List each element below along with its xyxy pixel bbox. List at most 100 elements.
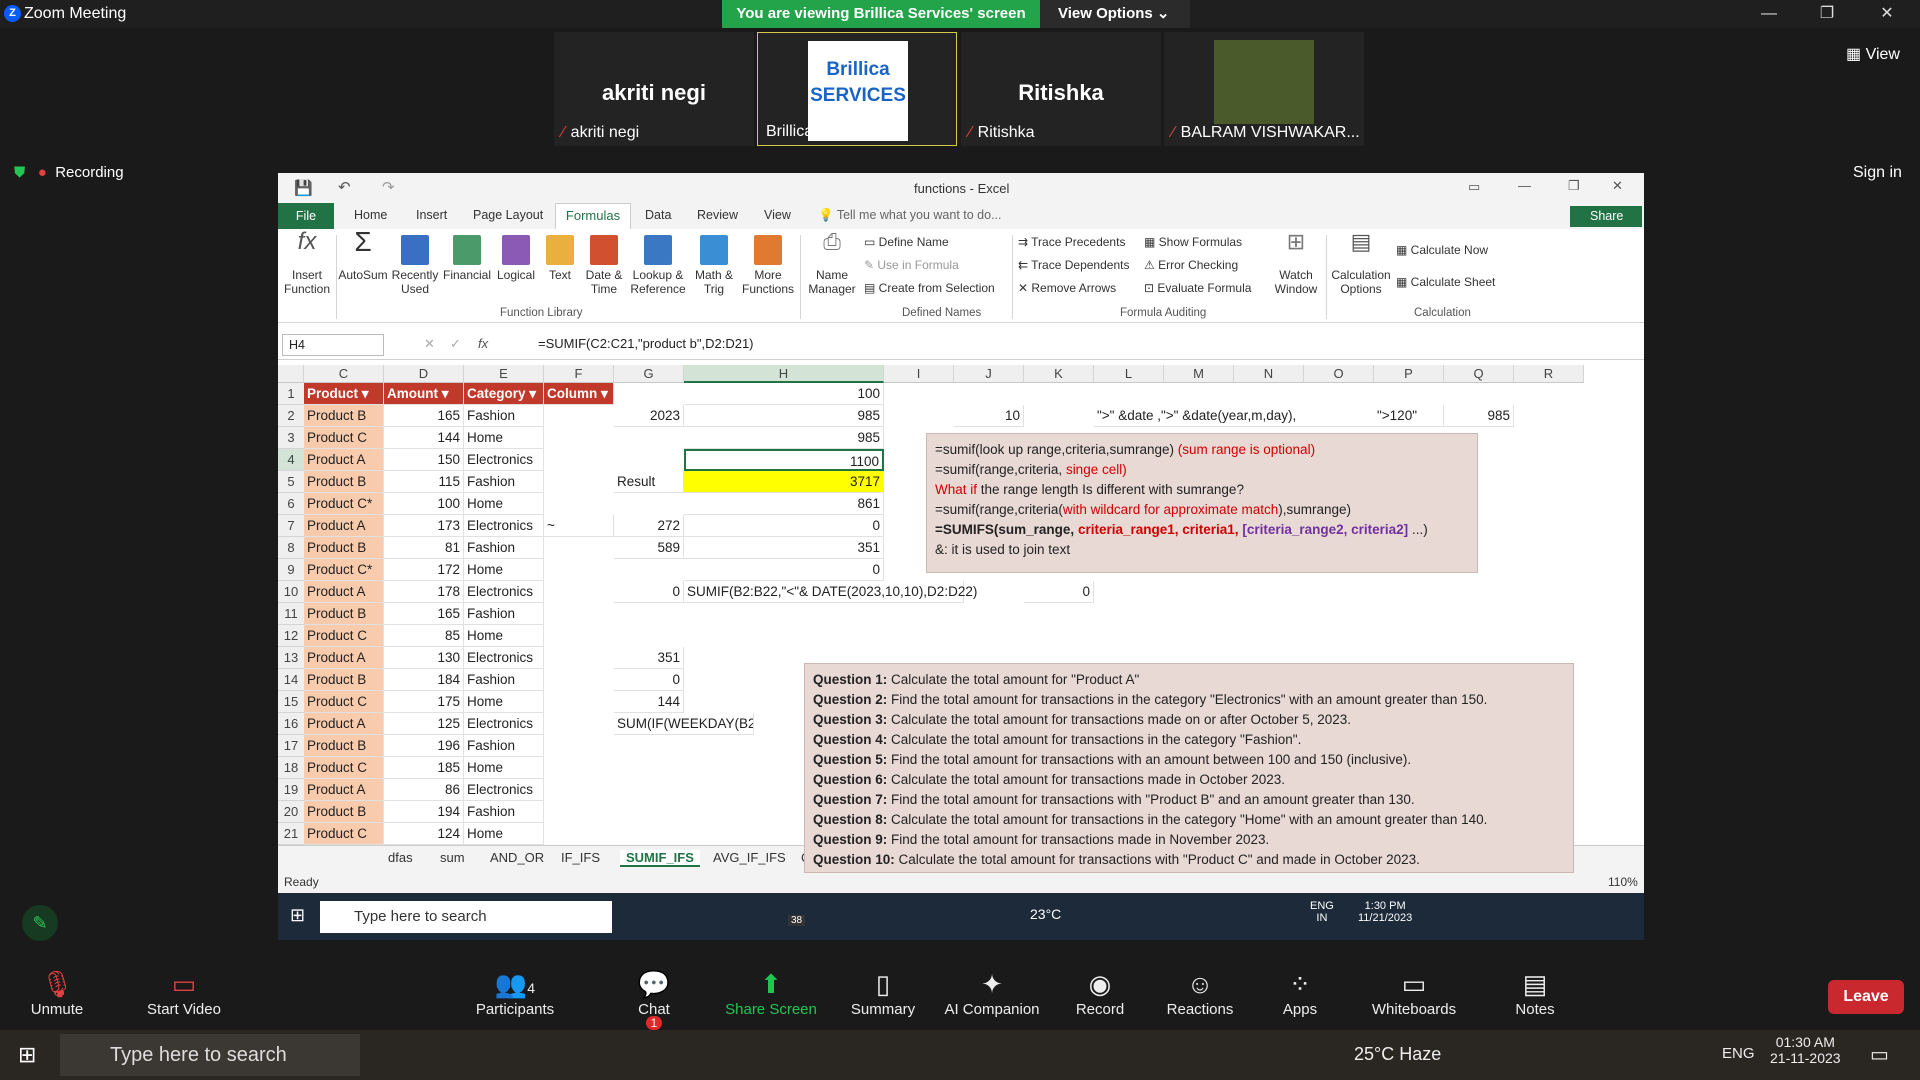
cell-c1[interactable]: Product ▾ <box>304 383 384 405</box>
cell-c2[interactable]: Product B <box>304 405 384 427</box>
tab-view[interactable]: View <box>764 208 791 222</box>
notification-icon[interactable]: ▭ <box>1870 1042 1889 1067</box>
cell-e4[interactable]: Electronics <box>464 449 544 471</box>
cell-d12[interactable]: 85 <box>384 625 464 647</box>
cell-d20[interactable]: 194 <box>384 801 464 823</box>
logical-button[interactable]: Logical <box>492 233 540 282</box>
sheet-tab[interactable]: AVG_IF_IFS <box>713 850 786 865</box>
column-header[interactable]: E <box>464 365 544 383</box>
row-header[interactable]: 12 <box>278 625 304 647</box>
column-header[interactable]: K <box>1024 365 1094 383</box>
ai-companion-button[interactable]: ✦ AI Companion <box>940 967 1044 1018</box>
autosum-button[interactable]: Σ AutoSum <box>338 228 388 283</box>
column-header[interactable]: R <box>1514 365 1584 383</box>
taskbar-search-box[interactable]: Type here to search <box>60 1034 360 1076</box>
cell-g15[interactable]: 144 <box>614 691 684 713</box>
row-header[interactable]: 5 <box>278 471 304 493</box>
cell-d4[interactable]: 150 <box>384 449 464 471</box>
calculate-sheet-button[interactable]: ▦ Calculate Sheet <box>1396 275 1495 289</box>
cell-h9[interactable]: 0 <box>684 559 884 581</box>
financial-button[interactable]: Financial <box>442 233 492 282</box>
cell-c9[interactable]: Product C* <box>304 559 384 581</box>
row-header[interactable]: 4 <box>278 449 304 471</box>
trace-dependents-button[interactable]: ⇇ Trace Dependents <box>1018 258 1129 272</box>
cell-e11[interactable]: Fashion <box>464 603 544 625</box>
column-header[interactable]: O <box>1304 365 1374 383</box>
cell-c19[interactable]: Product A <box>304 779 384 801</box>
windows-start-icon[interactable]: ⊞ <box>18 1042 36 1068</box>
column-header[interactable]: H <box>684 365 884 383</box>
cell-f1[interactable]: Column ▾ <box>544 383 614 405</box>
row-header[interactable]: 15 <box>278 691 304 713</box>
cell-g7[interactable]: 272 <box>614 515 684 537</box>
cell-d9[interactable]: 172 <box>384 559 464 581</box>
cell-e13[interactable]: Electronics <box>464 647 544 669</box>
cell-l2[interactable]: ">" &date ,">" &date(year,m,day), <box>1094 405 1374 427</box>
cell-e18[interactable]: Home <box>464 757 544 779</box>
share-button[interactable]: Share <box>1570 206 1642 227</box>
cell-c20[interactable]: Product B <box>304 801 384 823</box>
name-manager-button[interactable]: ⎙ Name Manager <box>804 231 860 297</box>
column-header[interactable]: D <box>384 365 464 383</box>
row-header[interactable]: 11 <box>278 603 304 625</box>
cell-e9[interactable]: Home <box>464 559 544 581</box>
cell-h8[interactable]: 351 <box>684 537 884 559</box>
cell-d8[interactable]: 81 <box>384 537 464 559</box>
cell-g5[interactable]: Result <box>614 471 684 493</box>
cell-e20[interactable]: Fashion <box>464 801 544 823</box>
cell-e17[interactable]: Fashion <box>464 735 544 757</box>
show-formulas-button[interactable]: ▦ Show Formulas <box>1144 235 1242 249</box>
cell-c6[interactable]: Product C* <box>304 493 384 515</box>
cell-c12[interactable]: Product C <box>304 625 384 647</box>
more-functions-button[interactable]: More Functions <box>740 233 796 296</box>
evaluate-formula-button[interactable]: ⊡ Evaluate Formula <box>1144 281 1251 295</box>
inner-search-box[interactable]: Type here to search <box>320 901 612 933</box>
name-box[interactable]: H4 <box>282 334 384 356</box>
apps-button[interactable]: ⁘ Apps <box>1278 967 1322 1018</box>
zoom-level[interactable]: 110% <box>1608 875 1638 889</box>
column-header[interactable]: L <box>1094 365 1164 383</box>
define-name-button[interactable]: ▭ Define Name <box>864 235 949 249</box>
column-header[interactable]: N <box>1234 365 1304 383</box>
tab-page-layout[interactable]: Page Layout <box>473 208 543 222</box>
row-header[interactable]: 16 <box>278 713 304 735</box>
cell-k10[interactable]: 0 <box>1024 581 1094 603</box>
participant-tile[interactable]: ⁄ BALRAM VISHWAKAR... <box>1164 32 1364 146</box>
cell-c7[interactable]: Product A <box>304 515 384 537</box>
calculate-now-button[interactable]: ▦ Calculate Now <box>1396 243 1488 257</box>
math-trig-button[interactable]: Math & Trig <box>690 233 738 296</box>
column-header[interactable]: I <box>884 365 954 383</box>
row-header[interactable]: 13 <box>278 647 304 669</box>
row-header[interactable]: 2 <box>278 405 304 427</box>
insert-function-button[interactable]: fx Insert Function <box>282 230 332 297</box>
cell-d6[interactable]: 100 <box>384 493 464 515</box>
row-header[interactable]: 10 <box>278 581 304 603</box>
watch-window-button[interactable]: ⊞ Watch Window <box>1270 231 1322 297</box>
cell-c11[interactable]: Product B <box>304 603 384 625</box>
view-options-button[interactable]: View Options ⌄ <box>1040 0 1190 28</box>
cell-e2[interactable]: Fashion <box>464 405 544 427</box>
cell-c18[interactable]: Product C <box>304 757 384 779</box>
cell-e14[interactable]: Fashion <box>464 669 544 691</box>
cell-c17[interactable]: Product B <box>304 735 384 757</box>
cell-h10[interactable]: SUMIF(B2:B22,"<"& DATE(2023,10,10),D2:D2… <box>684 581 977 603</box>
record-button[interactable]: ◉ Record <box>1074 967 1126 1018</box>
unmute-button[interactable]: 🎙 Unmute <box>24 967 90 1018</box>
cell-e21[interactable]: Home <box>464 823 544 845</box>
create-from-selection-button[interactable]: ▤ Create from Selection <box>864 281 995 295</box>
cancel-icon[interactable]: ✕ <box>424 336 435 352</box>
cell-h7[interactable]: 0 <box>684 515 884 537</box>
cell-d21[interactable]: 124 <box>384 823 464 845</box>
cell-e15[interactable]: Home <box>464 691 544 713</box>
cell-e12[interactable]: Home <box>464 625 544 647</box>
cell-h2[interactable]: 985 <box>684 405 884 427</box>
cell-f7[interactable]: ~ <box>544 515 614 537</box>
column-header[interactable]: F <box>544 365 614 383</box>
cell-d15[interactable]: 175 <box>384 691 464 713</box>
cell-h3[interactable]: 985 <box>684 427 884 449</box>
tab-review[interactable]: Review <box>697 208 738 222</box>
column-header[interactable]: J <box>954 365 1024 383</box>
tab-home[interactable]: Home <box>354 208 387 222</box>
whiteboards-button[interactable]: ▭ Whiteboards <box>1366 967 1462 1018</box>
remove-arrows-button[interactable]: ✕ Remove Arrows <box>1018 281 1116 295</box>
